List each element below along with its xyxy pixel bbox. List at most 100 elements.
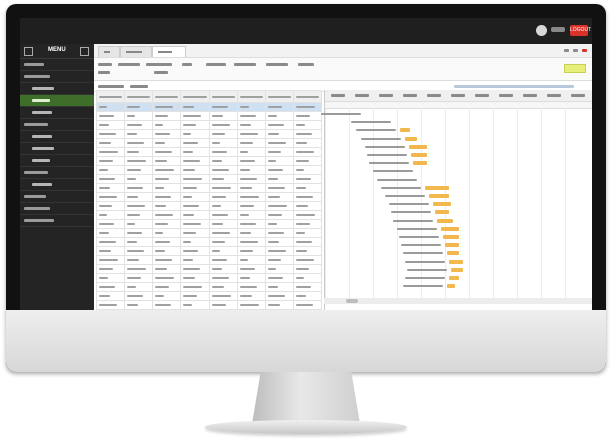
table-cell[interactable] (208, 165, 238, 175)
table-cell[interactable] (124, 192, 154, 202)
table-cell[interactable] (152, 129, 182, 139)
gantt-bar[interactable] (443, 235, 459, 239)
table-cell[interactable] (264, 264, 294, 274)
table-cell[interactable] (95, 192, 126, 202)
table-cell[interactable] (236, 111, 266, 121)
table-cell[interactable] (180, 156, 210, 166)
table-cell[interactable] (292, 228, 323, 238)
table-cell[interactable] (180, 273, 210, 283)
column-header[interactable] (95, 90, 126, 103)
table-cell[interactable] (208, 174, 238, 184)
table-cell[interactable] (180, 192, 210, 202)
gantt-bar[interactable] (445, 243, 459, 248)
table-cell[interactable] (236, 120, 266, 130)
tab-active[interactable] (152, 46, 186, 57)
table-cell[interactable] (264, 246, 294, 256)
table-cell[interactable] (208, 219, 238, 229)
table-cell[interactable] (124, 210, 154, 220)
table-row[interactable] (95, 291, 323, 301)
table-cell[interactable] (264, 228, 294, 238)
table-cell[interactable] (124, 102, 154, 112)
table-cell[interactable] (180, 210, 210, 220)
table-cell[interactable] (152, 192, 182, 202)
horizontal-scrollbar[interactable] (324, 298, 592, 304)
sidebar-subitem-active[interactable] (20, 95, 94, 107)
gantt-bar[interactable] (425, 185, 449, 190)
table-cell[interactable] (208, 246, 238, 256)
scrollbar-thumb[interactable] (346, 299, 358, 303)
table-cell[interactable] (180, 120, 210, 130)
table-cell[interactable] (180, 246, 210, 256)
gantt-bar[interactable] (405, 136, 417, 141)
table-cell[interactable] (124, 147, 154, 157)
user-avatar-icon[interactable] (536, 25, 547, 36)
gantt-bar[interactable] (435, 210, 449, 215)
table-cell[interactable] (95, 147, 126, 157)
table-cell[interactable] (124, 120, 154, 130)
sidebar-item[interactable] (20, 203, 94, 215)
table-cell[interactable] (264, 183, 294, 193)
table-cell[interactable] (236, 246, 266, 256)
table-cell[interactable] (152, 219, 182, 229)
logout-button[interactable]: LOGOUT (570, 25, 591, 36)
toolbar-item[interactable] (206, 63, 226, 66)
table-row[interactable] (95, 138, 323, 148)
table-row[interactable] (95, 264, 323, 274)
gantt-bar[interactable] (447, 251, 459, 256)
toolbar-item[interactable] (182, 63, 192, 66)
table-cell[interactable] (180, 111, 210, 121)
table-row[interactable] (95, 273, 323, 283)
table-cell[interactable] (264, 219, 294, 229)
table-cell[interactable] (208, 138, 238, 148)
table-cell[interactable] (152, 237, 182, 247)
table-cell[interactable] (124, 129, 154, 139)
table-cell[interactable] (180, 129, 210, 139)
table-cell[interactable] (95, 246, 126, 256)
table-cell[interactable] (180, 282, 210, 292)
table-cell[interactable] (124, 111, 154, 121)
table-cell[interactable] (124, 246, 154, 256)
table-cell[interactable] (208, 282, 238, 292)
close-icon[interactable] (582, 49, 587, 52)
sidebar-item[interactable] (20, 215, 94, 227)
column-header[interactable] (208, 90, 238, 103)
table-row[interactable] (95, 255, 323, 265)
table-cell[interactable] (208, 183, 238, 193)
table-cell[interactable] (264, 174, 294, 184)
filter-actions[interactable] (454, 85, 574, 88)
toolbar-item[interactable] (298, 63, 314, 66)
table-cell[interactable] (236, 201, 266, 211)
gantt-bar[interactable] (447, 284, 455, 289)
table-row[interactable] (95, 219, 323, 229)
sidebar-subitem[interactable] (20, 155, 94, 167)
table-cell[interactable] (95, 156, 126, 166)
sidebar-item[interactable] (20, 59, 94, 71)
table-cell[interactable] (95, 129, 126, 139)
table-cell[interactable] (95, 237, 126, 247)
table-cell[interactable] (264, 111, 294, 121)
table-cell[interactable] (124, 264, 154, 274)
sidebar-item[interactable] (20, 167, 94, 179)
table-cell[interactable] (124, 165, 154, 175)
gantt-bar[interactable] (413, 161, 427, 166)
table-cell[interactable] (264, 165, 294, 175)
table-cell[interactable] (292, 246, 323, 256)
table-cell[interactable] (264, 282, 294, 292)
table-cell[interactable] (264, 129, 294, 139)
table-cell[interactable] (292, 237, 323, 247)
menu-icon[interactable] (24, 47, 33, 56)
table-cell[interactable] (152, 165, 182, 175)
table-cell[interactable] (180, 228, 210, 238)
table-cell[interactable] (236, 210, 266, 220)
filter-item[interactable] (98, 85, 124, 88)
table-row[interactable] (95, 111, 323, 121)
table-cell[interactable] (236, 228, 266, 238)
table-cell[interactable] (124, 138, 154, 148)
table-cell[interactable] (236, 129, 266, 139)
table-cell[interactable] (95, 120, 126, 130)
gantt-bar[interactable] (433, 202, 451, 207)
table-cell[interactable] (292, 147, 323, 157)
table-cell[interactable] (236, 282, 266, 292)
gantt-bar[interactable] (400, 128, 410, 133)
table-cell[interactable] (264, 255, 294, 265)
